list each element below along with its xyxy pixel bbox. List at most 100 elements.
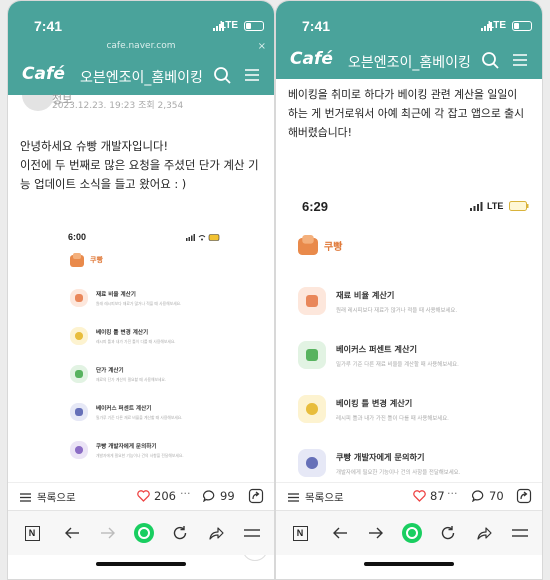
forward-button[interactable] bbox=[98, 523, 118, 543]
share-icon[interactable] bbox=[248, 488, 264, 504]
cafe-name[interactable]: 오븐엔조이_홈베이킹 bbox=[80, 67, 203, 87]
cafe-logo[interactable]: Café bbox=[22, 64, 65, 84]
app-brand-name: 쿠빵 bbox=[324, 241, 343, 253]
share-icon[interactable] bbox=[516, 488, 532, 504]
back-to-list-button[interactable]: 목록으로 bbox=[288, 490, 344, 505]
feature-item[interactable]: 단가 계산기 재료의 단가 계산이 필요할 때 사용해보세요. bbox=[70, 365, 226, 383]
back-button[interactable] bbox=[330, 523, 350, 543]
inner-status-icons bbox=[186, 234, 220, 241]
author-avatar-crop bbox=[22, 95, 54, 111]
network-label: LTE bbox=[219, 20, 238, 31]
naver-n-icon: N bbox=[292, 525, 308, 541]
arrow-left-icon bbox=[333, 527, 347, 539]
feature-text: 쿠빵 개발자에게 문의하기 개발자에게 필요한 기능이나 건의 사항을 전달해보세… bbox=[336, 449, 460, 477]
post-views: 조회 2,354 bbox=[138, 101, 184, 111]
hamburger-icon bbox=[512, 529, 528, 537]
feature-title: 재료 비율 계산기 bbox=[336, 290, 395, 300]
percent-icon bbox=[298, 341, 326, 369]
menu-icon[interactable] bbox=[242, 65, 262, 85]
feature-text: 베이킹 틀 변경 계산기레시피 틀과 내가 가진 틀이 다를 때 사용해보세요. bbox=[96, 327, 176, 345]
reload-button[interactable] bbox=[438, 523, 458, 543]
inner-time: 6:29 bbox=[302, 199, 329, 214]
share-nav-button[interactable] bbox=[206, 523, 226, 543]
comment-icon bbox=[203, 490, 215, 502]
home-indicator bbox=[364, 562, 454, 566]
naver-home-button[interactable]: N bbox=[22, 523, 42, 543]
feature-title: 베이커스 퍼센트 계산기 bbox=[336, 344, 418, 354]
like-count: 87 bbox=[430, 489, 445, 503]
feature-item[interactable]: 재료 비율 계산기 원래 레시피보다 재료가 많거나 적을 때 사용해보세요. bbox=[70, 289, 226, 307]
comment-button[interactable]: 70 bbox=[472, 489, 504, 503]
post-meta: 2023.12.23. 19:23 조회 2,354 bbox=[52, 98, 183, 111]
feature-item[interactable]: 베이커스 퍼센트 계산기밀가루 기준 다른 재료 비율을 계산할 때 사용해보세… bbox=[298, 341, 534, 369]
hamburger-icon bbox=[244, 529, 260, 537]
post-action-bar: 목록으로 87 ··· 70 bbox=[276, 482, 542, 510]
feature-title: 쿠빵 개발자에게 문의하기 bbox=[336, 452, 425, 462]
url-bar[interactable]: cafe.naver.com × bbox=[8, 41, 274, 55]
feature-description: 레시피 틀과 내가 가진 틀이 다를 때 사용해보세요. bbox=[336, 416, 449, 422]
cafe-logo[interactable]: Café bbox=[290, 49, 333, 69]
feature-text: 쿠빵 개발자에게 문의하기 개발자에게 필요한 기능이나 건의 사항을 전달해보세… bbox=[96, 441, 184, 459]
naver-n-icon: N bbox=[24, 525, 40, 541]
browser-menu-button[interactable] bbox=[510, 523, 530, 543]
cafe-name[interactable]: 오븐엔조이_홈베이킹 bbox=[348, 52, 471, 72]
post-body: 안녕하세요 슈빵 개발자입니다! 이전에 두 번째로 많은 요청을 주셨던 단가… bbox=[20, 139, 259, 191]
share-nav-button[interactable] bbox=[474, 523, 494, 543]
more-options[interactable]: ··· bbox=[447, 487, 458, 500]
url-text: cafe.naver.com bbox=[106, 41, 176, 51]
comment-count: 99 bbox=[220, 489, 235, 503]
green-dot-button[interactable] bbox=[134, 523, 154, 543]
like-count: 206 bbox=[154, 489, 176, 503]
feature-item[interactable]: 쿠빵 개발자에게 문의하기 개발자에게 필요한 기능이나 건의 사항을 전달해보세… bbox=[298, 449, 534, 477]
refresh-icon bbox=[173, 526, 187, 540]
pan-icon bbox=[70, 327, 88, 345]
feature-description: 밀가루 기준 다른 재료 비율을 계산할 때 사용해보세요. bbox=[336, 362, 459, 368]
price-icon bbox=[70, 365, 88, 383]
right-phone-screenshot: 7:41 LTE Café 오븐엔조이_홈베이킹 베이킹을 취미로 하다가 베이… bbox=[275, 0, 543, 580]
status-bar: 7:41 LTE bbox=[8, 1, 274, 41]
close-url-icon[interactable]: × bbox=[258, 41, 266, 52]
green-dot-button[interactable] bbox=[402, 523, 422, 543]
feature-item[interactable]: 베이킹 틀 변경 계산기레시피 틀과 내가 가진 틀이 다를 때 사용해보세요. bbox=[70, 327, 226, 345]
browser-menu-button[interactable] bbox=[242, 523, 262, 543]
feature-title: 베이킹 틀 변경 계산기 bbox=[96, 330, 149, 336]
menu-icon[interactable] bbox=[510, 50, 530, 70]
naver-home-button[interactable]: N bbox=[290, 523, 310, 543]
back-to-list-button[interactable]: 목록으로 bbox=[20, 490, 76, 505]
inner-time: 6:00 bbox=[68, 232, 87, 242]
share-arrow-icon bbox=[209, 527, 224, 540]
battery-icon bbox=[244, 21, 264, 31]
like-button[interactable]: 87 bbox=[413, 489, 445, 503]
feature-description: 재료의 단가 계산이 필요할 때 사용해보세요. bbox=[96, 377, 167, 382]
more-options[interactable]: ··· bbox=[180, 487, 191, 500]
heart-icon bbox=[137, 490, 150, 502]
comment-button[interactable]: 99 bbox=[203, 489, 235, 503]
status-time: 7:41 bbox=[34, 18, 63, 34]
heart-icon bbox=[413, 490, 426, 502]
battery-icon bbox=[512, 21, 532, 31]
feature-item[interactable]: 베이킹 틀 변경 계산기 레시피 틀과 내가 가진 틀이 다를 때 사용해보세요. bbox=[298, 395, 534, 423]
search-icon[interactable] bbox=[212, 65, 232, 85]
arrow-left-icon bbox=[65, 527, 79, 539]
app-brand-name: 쿠빵 bbox=[90, 256, 103, 264]
feature-text: 베이커스 퍼센트 계산기 밀가루 기준 다른 재료 비율을 계산할 때 사용해보세… bbox=[96, 403, 183, 421]
arrow-right-icon bbox=[369, 527, 383, 539]
home-indicator bbox=[96, 562, 186, 566]
feature-text: 재료 비율 계산기 원래 레시피보다 재료가 많거나 적을 때 사용해보세요. bbox=[96, 289, 181, 307]
feature-title: 쿠빵 개발자에게 문의하기 bbox=[96, 444, 157, 450]
forward-button[interactable] bbox=[366, 523, 386, 543]
reload-button[interactable] bbox=[170, 523, 190, 543]
chat-icon bbox=[70, 441, 88, 459]
like-button[interactable]: 206 bbox=[137, 489, 176, 503]
back-button[interactable] bbox=[62, 523, 82, 543]
avatar[interactable] bbox=[22, 95, 54, 111]
feature-description: 원래 레시피보다 재료가 많거나 적을 때 사용해보세요. bbox=[96, 301, 182, 306]
feature-item[interactable]: 재료 비율 계산기 원래 레시피보다 재료가 많거나 적을 때 사용해보세요. bbox=[298, 287, 534, 315]
feature-item[interactable]: 쿠빵 개발자에게 문의하기 개발자에게 필요한 기능이나 건의 사항을 전달해보세… bbox=[70, 441, 226, 459]
feature-description: 밀가루 기준 다른 재료 비율을 계산할 때 사용해보세요. bbox=[96, 415, 183, 420]
search-icon[interactable] bbox=[480, 50, 500, 70]
feature-description: 레시피 틀과 내가 가진 틀이 다를 때 사용해보세요. bbox=[96, 339, 176, 344]
pan-icon bbox=[298, 395, 326, 423]
feature-item[interactable]: 베이커스 퍼센트 계산기 밀가루 기준 다른 재료 비율을 계산할 때 사용해보세… bbox=[70, 403, 226, 421]
post-body: 베이킹을 취미로 하다가 베이킹 관련 계산을 일일이 하는 게 번거로워서 아… bbox=[288, 88, 525, 139]
